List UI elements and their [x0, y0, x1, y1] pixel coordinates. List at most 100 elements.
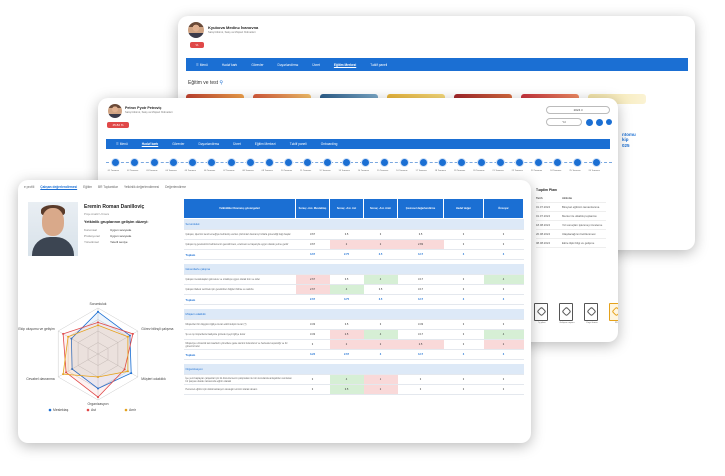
timeline-node[interactable]	[380, 158, 390, 167]
score-cell: 3	[295, 374, 330, 385]
timeline-label: 25 Temmuz	[569, 170, 581, 172]
behavior-indicator: Şu ve iş müşterilerle faaliyette gözede …	[183, 329, 296, 340]
timeline-node[interactable]	[130, 158, 140, 167]
timeline-node[interactable]	[399, 158, 409, 167]
column-header[interactable]: Hedef değer	[443, 198, 484, 219]
table-row[interactable]: Şu ve iş müşterilerle faaliyette gözede …	[183, 329, 524, 340]
nav-item[interactable]: ☰ Menü	[196, 63, 208, 67]
timeline-node[interactable]	[284, 158, 294, 167]
timeline-node[interactable]	[476, 158, 486, 167]
timeline-node[interactable]	[341, 158, 351, 167]
plan-row[interactable]: 01.07.2024 Mentor ile ulkablıq toplantısı	[536, 212, 606, 221]
behavior-indicator: Çalışan iş gereksinimi belirlemenin gere…	[183, 239, 296, 250]
plan-row[interactable]: 20.08.2024 Ulaşılacağının belirlenmesi	[536, 230, 606, 239]
total-cell: 2.67	[329, 349, 364, 360]
plan-row[interactable]: 01.07.2024 Birəysel eğitimin tamamlanma	[536, 203, 606, 212]
nav-item[interactable]: Görevler	[251, 63, 263, 67]
legend-marker	[124, 408, 128, 412]
table-row[interactable]: Müşteriye uzmanlık tam kaeflerin yöneltl…	[183, 339, 524, 350]
timeline-node[interactable]	[322, 158, 332, 167]
timeline-node[interactable]	[245, 158, 255, 167]
attachment[interactable]: Kayıt formu	[584, 303, 600, 324]
column-header[interactable]: Çevresel değerlendirme	[397, 198, 444, 219]
section-title: Eğitim ve test ⚲	[188, 80, 223, 86]
column-header[interactable]: Sonuç -Ast- Meslektaş	[295, 198, 330, 219]
column-header[interactable]: Sonuç -Ast- Amir	[363, 198, 398, 219]
filter-icon[interactable]: ⚲	[219, 80, 223, 86]
score-cell: 3.17	[397, 274, 444, 285]
nav-item[interactable]: Eğitim Merkezi	[255, 142, 276, 146]
timeline-node[interactable]	[207, 158, 217, 167]
behavior-indicator: Çalışan, işlerinin kendi emeğiyle belirl…	[183, 229, 296, 240]
nav-item[interactable]: Eğitim Merkezi	[334, 63, 356, 67]
nav-item[interactable]: Dəyərləndirmə	[278, 63, 299, 67]
nav-item[interactable]: ☰ Menü	[116, 142, 128, 146]
score-cell: 3.5	[363, 284, 398, 295]
timeline-node[interactable]	[495, 158, 505, 167]
performance-badge: %	[190, 42, 204, 48]
avatar	[188, 22, 204, 38]
score-cell: 3	[363, 229, 398, 240]
timeline-node[interactable]	[188, 158, 198, 167]
nav-item[interactable]: Hədəf kartı	[142, 142, 158, 146]
section-row[interactable]: Sorumluluk	[183, 218, 524, 230]
nav-item[interactable]: Təklif paneli	[370, 63, 387, 67]
employee-photo	[28, 202, 78, 256]
timeline-node[interactable]	[591, 158, 601, 167]
calendar-icon[interactable]	[586, 119, 593, 126]
score-cell: 2	[483, 339, 524, 350]
section-row[interactable]: Organizasyon	[183, 363, 524, 375]
timeline-label: 18 Temmuz	[434, 170, 446, 172]
timeline-node[interactable]	[514, 158, 524, 167]
timeline-label: 24 Temmuz	[550, 170, 562, 172]
timeline-label: 21 Temmuz	[492, 170, 504, 172]
nav-item[interactable]: Ücret	[312, 63, 320, 67]
table-row[interactable]: Çalışan, işlerinin kendi emeğiyle belirl…	[183, 229, 524, 240]
timeline-node[interactable]	[553, 158, 563, 167]
nav-item[interactable]: Onboarding	[321, 142, 338, 146]
column-header[interactable]: Önceyar	[483, 198, 524, 219]
table-row[interactable]: Çalışan meslektaşları görevlere ve ortak…	[183, 274, 524, 285]
month-select[interactable]: Yıl	[546, 118, 582, 126]
timeline-node[interactable]	[572, 158, 582, 167]
nav-item[interactable]: Dəyərləndirmə	[198, 142, 219, 146]
nav-item[interactable]: Təklif paneli	[290, 142, 307, 146]
table-row[interactable]: İşe yeni başlayan çalışanlar için iki dü…	[183, 374, 524, 385]
settings-icon[interactable]	[606, 119, 612, 125]
timeline-node[interactable]	[418, 158, 428, 167]
attachment[interactable]: İş planı	[534, 303, 550, 324]
nav-item[interactable]: Hədəf kartı	[222, 63, 238, 67]
timeline-node[interactable]	[534, 158, 544, 167]
attachments: İş planı Gelişme raporu Kayıt formu PDF	[534, 303, 618, 324]
timeline-node[interactable]	[168, 158, 178, 167]
column-header[interactable]: Yetkinlikler Davranış göstergeleri	[183, 198, 296, 219]
timeline-node[interactable]	[111, 158, 121, 167]
section-row[interactable]: Müşteri odaklılık	[183, 308, 524, 320]
section-row[interactable]: Güvenilerle çalışma	[183, 263, 524, 275]
link-icon	[561, 306, 572, 317]
table-row[interactable]: Personel eğitimi için dokümantasyon dest…	[183, 384, 524, 395]
attachment-label: Kayıt formu	[586, 322, 598, 324]
score-cell: 3.33	[397, 319, 444, 330]
timeline-node[interactable]	[264, 158, 274, 167]
table-row[interactable]: Müşterileri bir düşgücü ilgiliye kuran e…	[183, 319, 524, 330]
plan-row[interactable]: 18.08.2024 Yol sonuçları işlenmeyi incele…	[536, 221, 606, 230]
timeline-node[interactable]	[303, 158, 313, 167]
column-header[interactable]: Sonuç -Ast- Ast	[329, 198, 364, 219]
timeline-node[interactable]	[361, 158, 371, 167]
plan-row[interactable]: 08.08.2024 Ekire ilişki bilgi ve gelişme	[536, 239, 606, 248]
nav-item[interactable]: Ücret	[233, 142, 241, 146]
table-row[interactable]: Çalışan ifadesi verilmek için gerektiril…	[183, 284, 524, 295]
timeline-node[interactable]	[457, 158, 467, 167]
chat-icon[interactable]	[596, 119, 603, 126]
timeline-node[interactable]	[438, 158, 448, 167]
attachment[interactable]: PDF	[609, 303, 618, 324]
timeline-node[interactable]	[149, 158, 159, 167]
year-select[interactable]: 2024 il	[546, 106, 610, 114]
total-row: Toplam 2.67 3.75 3.5 3.17 3 3	[183, 294, 524, 305]
table-row[interactable]: Çalışan iş gereksinimi belirlemenin gere…	[183, 239, 524, 250]
nav-item[interactable]: Görevler	[172, 142, 184, 146]
attachment[interactable]: Gelişme raporu	[559, 303, 575, 324]
timeline-node[interactable]	[226, 158, 236, 167]
radar-point	[126, 370, 129, 373]
